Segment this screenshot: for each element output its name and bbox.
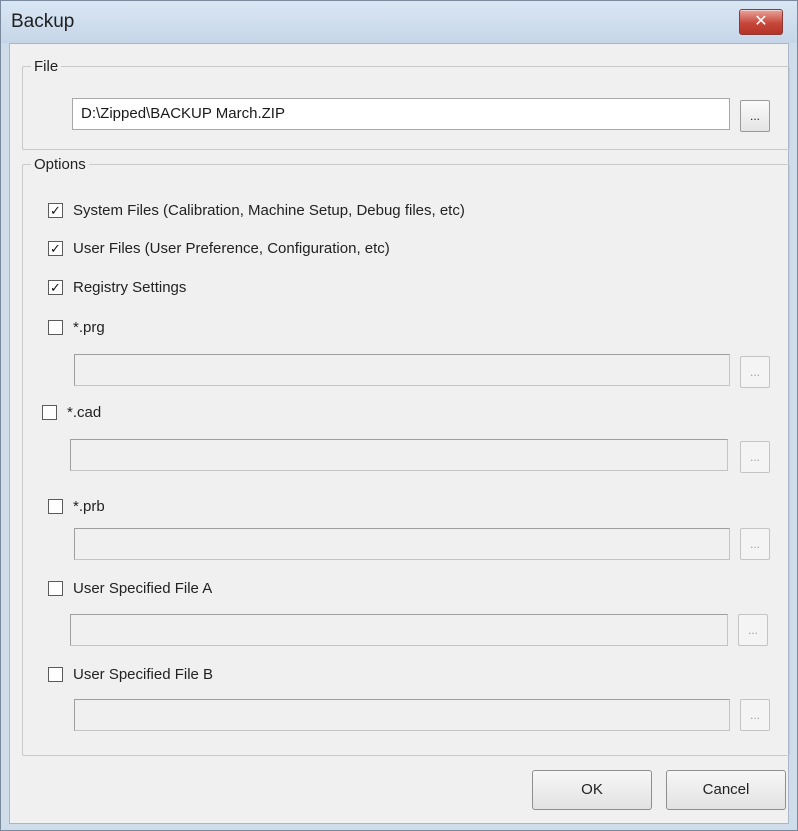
cad-label: *.cad [67,403,102,421]
prb-checkbox[interactable] [48,498,63,514]
checkmark-icon: ✓ [50,279,61,295]
cancel-button[interactable]: Cancel [666,770,786,810]
checkmark-icon: ✓ [50,240,61,256]
user-file-a-checkbox[interactable] [48,580,63,596]
cad-checkbox[interactable] [42,404,57,420]
user-files-checkbox[interactable]: ✓ [48,240,63,256]
user-file-a-option[interactable]: User Specified File A [48,577,212,599]
ok-button[interactable]: OK [532,770,652,810]
prg-checkbox[interactable] [48,319,63,335]
cad-path-field[interactable] [70,439,728,471]
prg-option[interactable]: *.prg [48,316,105,338]
prb-browse-button[interactable]: ... [740,528,770,560]
cad-browse-button[interactable]: ... [740,441,770,473]
user-file-a-path-field[interactable] [70,614,728,646]
title-bar: Backup ✕ [1,1,797,43]
user-file-a-label: User Specified File A [73,579,213,597]
registry-settings-option[interactable]: ✓ Registry Settings [48,276,186,298]
user-file-b-path-field[interactable] [74,699,730,731]
options-group-legend: Options [34,156,86,173]
user-files-option[interactable]: ✓ User Files (User Preference, Configura… [48,237,390,259]
system-files-label: System Files (Calibration, Machine Setup… [73,201,465,219]
system-files-option[interactable]: ✓ System Files (Calibration, Machine Set… [48,199,465,221]
prb-option[interactable]: *.prb [48,495,105,517]
registry-settings-checkbox[interactable]: ✓ [48,279,63,295]
registry-settings-label: Registry Settings [73,278,187,296]
prg-label: *.prg [73,318,105,336]
prb-path-field[interactable] [74,528,730,560]
browse-file-button[interactable]: ... [740,100,770,132]
backup-file-path-field[interactable]: D:\Zipped\BACKUP March.ZIP [72,98,730,130]
prg-browse-button[interactable]: ... [740,356,770,388]
cad-option[interactable]: *.cad [42,401,101,423]
prb-label: *.prb [73,497,105,515]
close-button[interactable]: ✕ [739,9,783,35]
checkmark-icon: ✓ [50,202,61,218]
user-files-label: User Files (User Preference, Configurati… [73,239,390,257]
user-file-a-browse-button[interactable]: ... [738,614,768,646]
user-file-b-option[interactable]: User Specified File B [48,663,213,685]
user-file-b-browse-button[interactable]: ... [740,699,770,731]
window-title: Backup [11,11,75,32]
user-file-b-label: User Specified File B [73,665,214,683]
backup-dialog: Backup ✕ File D:\Zipped\BACKUP March.ZIP… [0,0,798,831]
system-files-checkbox[interactable]: ✓ [48,202,63,218]
close-icon: ✕ [754,13,768,30]
dialog-body: File D:\Zipped\BACKUP March.ZIP ... Opti… [9,43,790,824]
user-file-b-checkbox[interactable] [48,666,63,682]
file-group-legend: File [34,58,59,75]
prg-path-field[interactable] [74,354,730,386]
